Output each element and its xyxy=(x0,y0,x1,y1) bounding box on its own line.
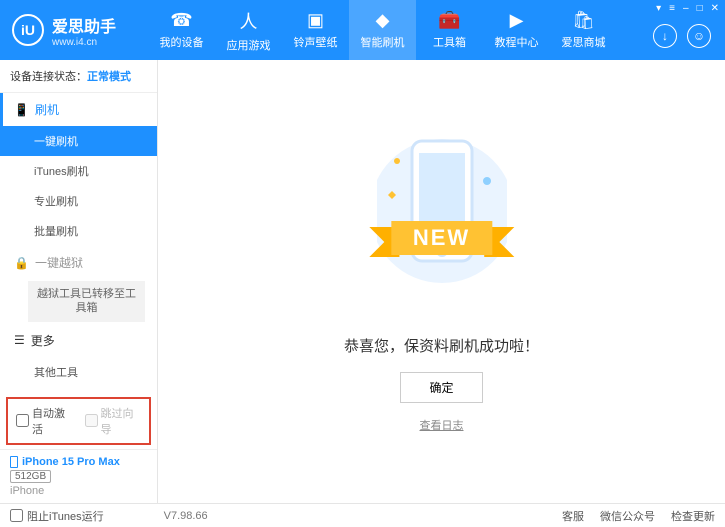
logo-area: iU 爱思助手 www.i4.cn xyxy=(0,13,148,48)
jailbreak-moved-note[interactable]: 越狱工具已转移至工具箱 xyxy=(28,281,145,322)
list-icon[interactable]: ≡ xyxy=(669,3,675,14)
user-icon[interactable]: ☺ xyxy=(687,24,711,48)
main-content: NEW 恭喜您，保资料刷机成功啦！ 确定 查看日志 xyxy=(158,60,725,503)
new-ribbon: NEW xyxy=(391,221,492,255)
more-icon: ☰ xyxy=(14,333,25,347)
device-phone-icon xyxy=(10,456,18,468)
sidebar-itunes-flash[interactable]: iTunes刷机 xyxy=(0,156,157,186)
nav-ringtones[interactable]: ▣铃声壁纸 xyxy=(282,0,349,60)
sidebar-pro-flash[interactable]: 专业刷机 xyxy=(0,186,157,216)
skip-guide-checkbox[interactable]: 跳过向导 xyxy=(85,405,142,437)
tutorial-icon: ▶ xyxy=(510,10,524,31)
footer-wechat[interactable]: 微信公众号 xyxy=(600,508,655,524)
nav-my-device[interactable]: ☎我的设备 xyxy=(148,0,215,60)
app-url: www.i4.cn xyxy=(52,37,116,48)
section-flash[interactable]: 📱刷机 xyxy=(0,93,157,126)
app-header: iU 爱思助手 www.i4.cn ☎我的设备 人应用游戏 ▣铃声壁纸 ◆智能刷… xyxy=(0,0,725,60)
close-icon[interactable]: ✕ xyxy=(711,3,719,14)
device-name: iPhone 15 Pro Max xyxy=(10,456,147,468)
confirm-button[interactable]: 确定 xyxy=(400,372,482,403)
maximize-icon[interactable]: □ xyxy=(697,3,703,14)
footer: 阻止iTunes运行 V7.98.66 客服 微信公众号 检查更新 xyxy=(0,503,725,527)
connection-status: 设备连接状态：正常模式 xyxy=(0,60,157,93)
device-storage: 512GB xyxy=(10,470,51,483)
nav-toolbox[interactable]: 🧰工具箱 xyxy=(416,0,483,60)
sidebar-one-click-flash[interactable]: 一键刷机 xyxy=(0,126,157,156)
highlighted-options: 自动激活 跳过向导 xyxy=(6,397,151,445)
nav-apps[interactable]: 人应用游戏 xyxy=(215,0,282,60)
download-icon[interactable]: ↓ xyxy=(653,24,677,48)
block-itunes-checkbox[interactable]: 阻止iTunes运行 xyxy=(10,508,104,524)
success-illustration: NEW xyxy=(342,131,542,311)
sidebar-download-firmware[interactable]: 下载固件 xyxy=(0,387,157,393)
logo-icon: iU xyxy=(12,14,44,46)
device-icon: ☎ xyxy=(170,10,192,31)
device-info: iPhone 15 Pro Max 512GB iPhone xyxy=(0,449,157,503)
section-jailbreak: 🔒一键越狱 xyxy=(0,246,157,279)
device-type: iPhone xyxy=(10,485,147,497)
toolbox-icon: 🧰 xyxy=(438,10,460,31)
apps-icon: 人 xyxy=(240,8,258,34)
minimize-icon[interactable]: – xyxy=(683,3,689,14)
menu-icon[interactable]: ▾ xyxy=(656,3,661,14)
ringtone-icon: ▣ xyxy=(307,10,324,31)
window-controls: ▾ ≡ – □ ✕ xyxy=(656,3,719,14)
lock-icon: 🔒 xyxy=(14,256,29,270)
section-more[interactable]: ☰更多 xyxy=(0,324,157,357)
header-actions: ↓ ☺ xyxy=(653,24,711,48)
sidebar-other-tools[interactable]: 其他工具 xyxy=(0,357,157,387)
phone-icon: 📱 xyxy=(14,103,29,117)
mall-icon: 🛍 xyxy=(572,10,595,31)
footer-support[interactable]: 客服 xyxy=(562,508,584,524)
phone-illustration-icon xyxy=(377,131,507,301)
nav-tutorials[interactable]: ▶教程中心 xyxy=(483,0,550,60)
top-nav: ☎我的设备 人应用游戏 ▣铃声壁纸 ◆智能刷机 🧰工具箱 ▶教程中心 🛍爱思商城 xyxy=(148,0,617,60)
app-name: 爱思助手 xyxy=(52,13,116,37)
sidebar-batch-flash[interactable]: 批量刷机 xyxy=(0,216,157,246)
nav-flash[interactable]: ◆智能刷机 xyxy=(349,0,416,60)
view-log-link[interactable]: 查看日志 xyxy=(420,417,464,433)
auto-activate-checkbox[interactable]: 自动激活 xyxy=(16,405,73,437)
sidebar: 设备连接状态：正常模式 📱刷机 一键刷机 iTunes刷机 专业刷机 批量刷机 … xyxy=(0,60,158,503)
footer-check-update[interactable]: 检查更新 xyxy=(671,508,715,524)
nav-mall[interactable]: 🛍爱思商城 xyxy=(550,0,617,60)
version-label: V7.98.66 xyxy=(164,510,208,522)
success-message: 恭喜您，保资料刷机成功啦！ xyxy=(344,335,539,356)
flash-icon: ◆ xyxy=(376,10,390,31)
